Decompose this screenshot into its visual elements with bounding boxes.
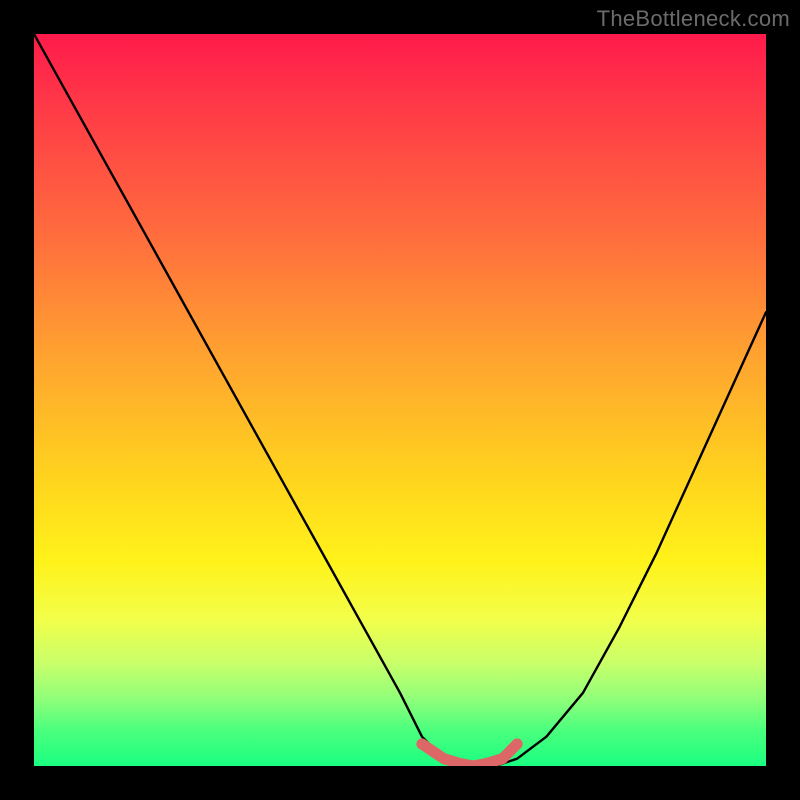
curve-svg: [34, 34, 766, 766]
optimal-band-dot-right: [512, 739, 523, 750]
optimal-band: [422, 744, 517, 766]
optimal-band-dot-left: [417, 739, 428, 750]
bottleneck-curve: [34, 34, 766, 766]
chart-frame: TheBottleneck.com: [0, 0, 800, 800]
plot-area: [34, 34, 766, 766]
watermark-text: TheBottleneck.com: [597, 6, 790, 32]
